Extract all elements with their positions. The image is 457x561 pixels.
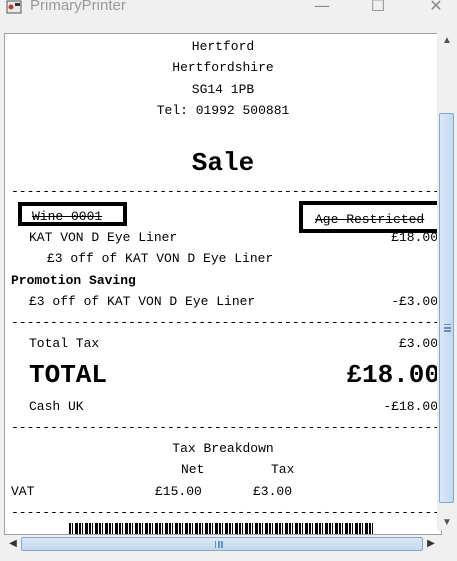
horizontal-scroll-thumb[interactable] <box>21 537 423 551</box>
wine-tag: Wine 0001 <box>32 209 103 224</box>
phone-line: Tel: 01992 500881 <box>156 103 290 118</box>
tax-row-net: £15.00 <box>155 484 202 499</box>
vertical-scroll-thumb[interactable] <box>439 113 454 503</box>
tax-col-net: Net <box>181 462 205 477</box>
vertical-scrollbar[interactable]: ▲ ▼ <box>437 33 457 531</box>
close-button[interactable]: ✕ <box>416 0 456 17</box>
payment-amount: -£18.00 <box>383 399 438 414</box>
scrollbar-corner <box>437 535 457 553</box>
address-line-2: Hertfordshire <box>172 60 274 75</box>
horizontal-scrollbar[interactable]: ◀ ▶ <box>4 535 437 553</box>
divider: ----------------------------------------… <box>11 505 441 520</box>
address-line-3: SG14 1PB <box>191 82 255 97</box>
window-title: PrimaryPrinter <box>30 0 126 14</box>
item-name: KAT VON D Eye Liner <box>29 230 178 245</box>
divider: ----------------------------------------… <box>11 184 441 199</box>
total-amount: £18.00 <box>346 360 440 390</box>
divider: ----------------------------------------… <box>11 315 441 330</box>
scroll-up-arrow-icon[interactable]: ▲ <box>437 33 457 49</box>
divider: ----------------------------------------… <box>11 420 441 435</box>
age-restricted-tag: Age Restricted <box>315 212 425 227</box>
printer-app-icon <box>6 0 22 14</box>
scroll-left-arrow-icon[interactable]: ◀ <box>4 535 22 553</box>
title-bar: PrimaryPrinter — ☐ ✕ <box>0 0 457 22</box>
item-offer: £3 off of KAT VON D Eye Liner <box>47 251 274 266</box>
tax-col-tax: Tax <box>271 462 295 477</box>
age-restricted-tag-box: Age Restricted <box>299 201 441 233</box>
receipt-viewport[interactable]: Hertford Hertfordshire SG14 1PB Tel: 019… <box>4 33 442 535</box>
tax-row-tax: £3.00 <box>253 484 293 499</box>
receipt: Hertford Hertfordshire SG14 1PB Tel: 019… <box>5 34 441 534</box>
tax-row-label: VAT <box>11 484 35 499</box>
address-line-1: Hertford <box>191 39 255 54</box>
grip-icon <box>444 324 451 326</box>
scroll-down-arrow-icon[interactable]: ▼ <box>437 515 457 531</box>
wine-tag-box: Wine 0001 <box>18 202 127 226</box>
minimize-button[interactable]: — <box>302 0 342 17</box>
payment-label: Cash UK <box>29 399 84 414</box>
total-tax-label: Total Tax <box>29 336 100 351</box>
sale-heading: Sale <box>191 148 255 178</box>
promotion-name: £3 off of KAT VON D Eye Liner <box>29 294 256 309</box>
grip-icon <box>215 541 217 548</box>
maximize-button[interactable]: ☐ <box>358 0 398 17</box>
total-tax-amount: £3.00 <box>398 336 438 351</box>
item-price: £18.00 <box>391 230 438 245</box>
promotion-amount: -£3.00 <box>391 294 438 309</box>
promotion-title: Promotion Saving <box>11 273 136 288</box>
barcode <box>69 523 375 534</box>
tax-breakdown-title: Tax Breakdown <box>172 441 274 456</box>
total-label: TOTAL <box>29 360 108 390</box>
